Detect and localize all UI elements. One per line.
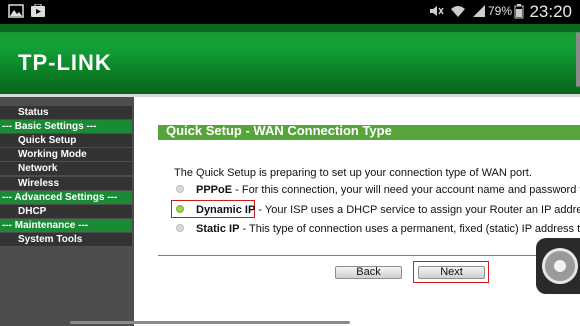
section-divider [158,255,580,256]
next-button[interactable]: Next [418,266,485,279]
sidebar: Status --- Basic Settings --- Quick Setu… [0,97,134,326]
android-status-bar: 79% 23:20 [0,0,580,24]
battery-icon [514,4,524,24]
sidebar-item-status[interactable]: Status [0,106,132,119]
image-icon [8,4,24,23]
option-dynamic-ip-desc: - Your ISP uses a DHCP service to assign… [255,204,580,216]
radio-pppoe[interactable] [176,185,184,193]
assistive-touch-button[interactable] [536,238,580,294]
assistive-touch-center [554,260,566,272]
option-dynamic-ip-label: Dynamic IP [196,204,256,216]
sidebar-item-wireless[interactable]: Wireless [0,177,132,190]
signal-icon [472,4,486,23]
assistive-touch-icon [542,248,578,284]
option-static-ip[interactable]: Static IP - This type of connection uses… [196,223,580,235]
battery-percent: 79% [488,4,513,18]
option-pppoe-desc: - For this connection, your will need yo… [232,184,580,196]
sidebar-item-working-mode[interactable]: Working Mode [0,148,132,161]
sidebar-group-basic-settings[interactable]: --- Basic Settings --- [0,120,132,133]
sidebar-group-maintenance[interactable]: --- Maintenance --- [0,219,132,232]
sidebar-group-advanced-settings[interactable]: --- Advanced Settings --- [0,191,132,204]
sidebar-item-dhcp[interactable]: DHCP [0,205,132,218]
mute-icon [428,4,444,23]
screen: 79% 23:20 TP-LINK Status --- Basic Setti… [0,0,580,326]
back-button[interactable]: Back [335,266,402,279]
sidebar-item-system-tools[interactable]: System Tools [0,233,132,246]
play-store-icon [30,3,46,23]
radio-static-ip[interactable] [176,224,184,232]
sidebar-item-quick-setup[interactable]: Quick Setup [0,134,132,147]
clock: 23:20 [529,2,572,21]
sidebar-item-network[interactable]: Network [0,162,132,175]
main-content: Quick Setup - WAN Connection Type The Qu… [134,97,580,326]
option-pppoe[interactable]: PPPoE - For this connection, your will n… [196,184,580,196]
tp-link-logo: TP-LINK [18,50,112,75]
option-dynamic-ip[interactable]: Dynamic IP - Your ISP uses a DHCP servic… [196,204,580,216]
page-title: Quick Setup - WAN Connection Type [166,123,392,138]
option-static-ip-desc: - This type of connection uses a permane… [239,223,580,235]
vertical-scrollbar[interactable] [576,32,580,87]
horizontal-scrollbar[interactable] [70,321,350,324]
radio-dynamic-ip[interactable] [176,205,184,213]
option-pppoe-label: PPPoE [196,184,233,196]
intro-text: The Quick Setup is preparing to set up y… [174,167,532,179]
header-top-stripe [0,24,580,32]
wifi-icon [450,4,466,23]
option-static-ip-label: Static IP [196,223,240,235]
